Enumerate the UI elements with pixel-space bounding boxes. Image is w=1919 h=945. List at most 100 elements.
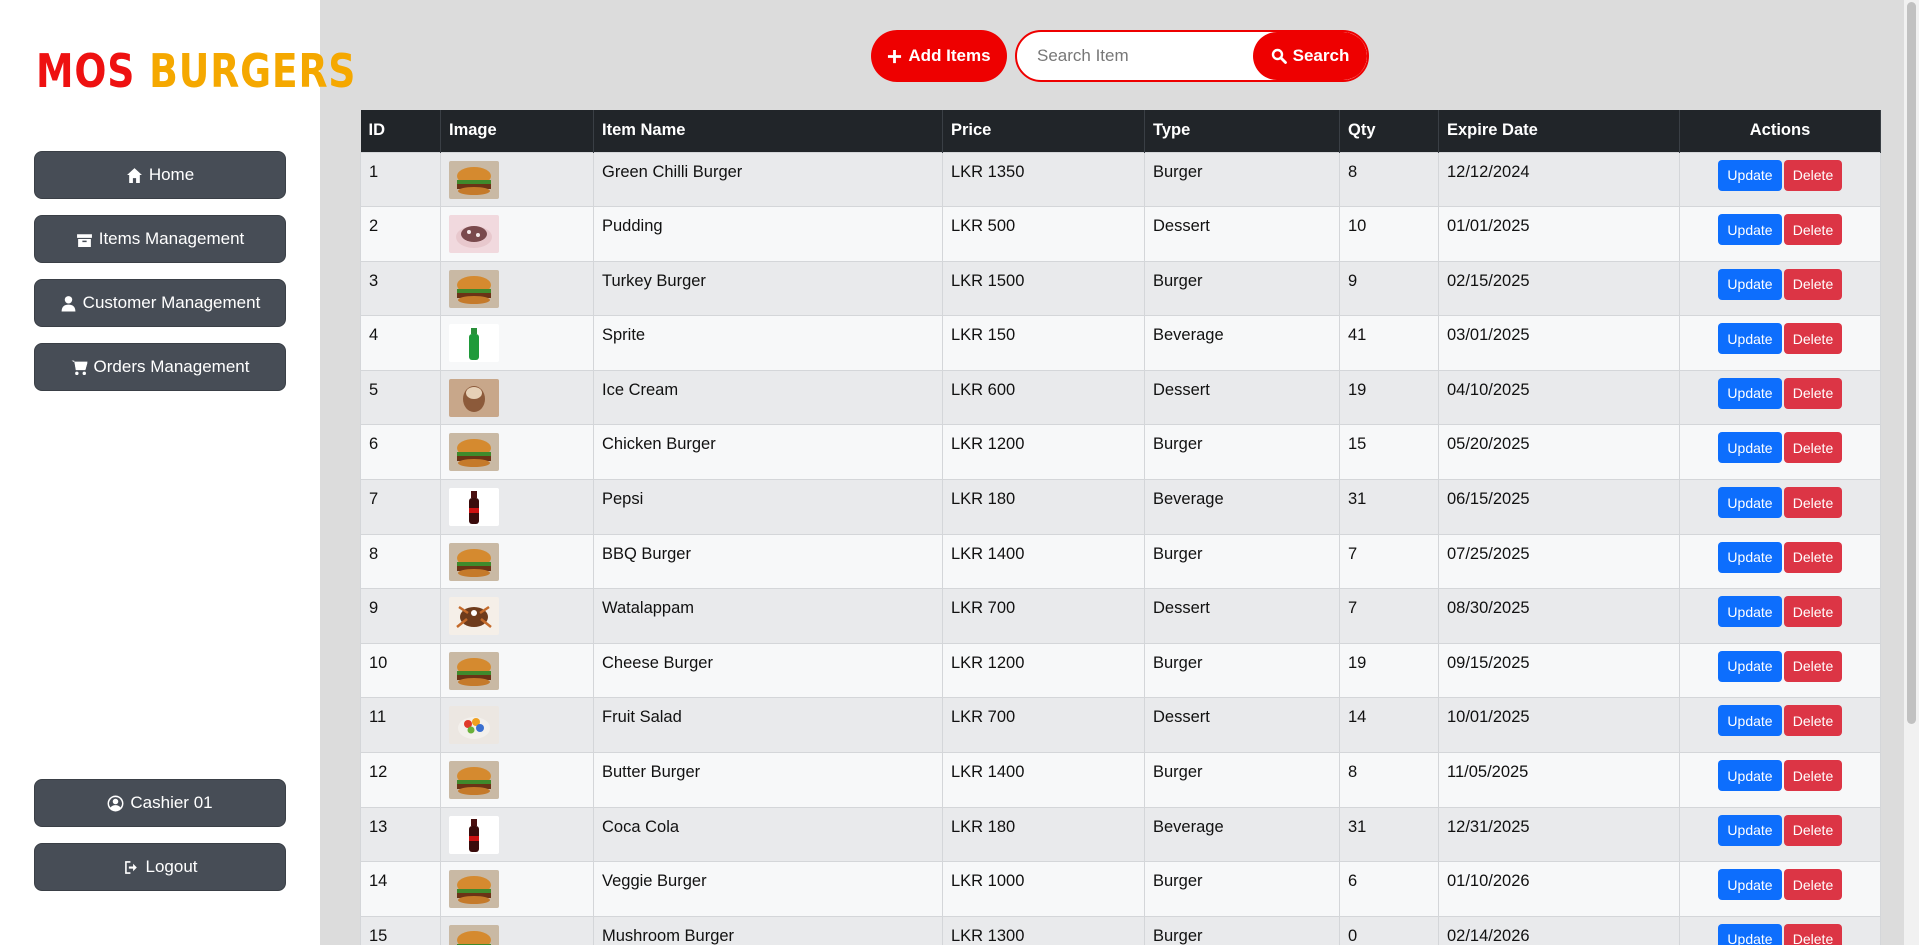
nav-orders-management-button[interactable]: Orders Management (34, 343, 286, 391)
cashier-label: Cashier 01 (130, 793, 213, 812)
cell-item-name: BBQ Burger (593, 533, 943, 590)
delete-button[interactable]: Delete (1784, 814, 1842, 846)
cell-expire-date: 01/10/2026 (1438, 861, 1680, 917)
item-thumbnail (449, 597, 585, 636)
cell-qty: 10 (1339, 206, 1439, 262)
header-expire-date: Expire Date (1438, 110, 1680, 152)
search-button[interactable]: Search (1253, 32, 1367, 80)
table-row: 11 Fruit Salad LKR 700 Dessert 14 10/01/2025 U… (360, 697, 1881, 754)
cell-price: LKR 1400 (942, 533, 1145, 590)
nav-items-management-label: Items Management (98, 229, 245, 248)
table-row: 12 Butter Burger LKR 1400 Burger 8 11/05/2025… (360, 752, 1881, 808)
cell-item-name: Chicken Burger (593, 424, 943, 481)
delete-button[interactable]: Delete (1784, 650, 1842, 682)
update-button[interactable]: Update (1718, 923, 1782, 945)
item-thumbnail (449, 815, 585, 854)
cell-type: Beverage (1144, 479, 1340, 535)
table-row: 4 Sprite LKR 150 Beverage 41 03/01/2025 Update… (360, 315, 1881, 371)
cell-price: LKR 1200 (942, 642, 1145, 699)
delete-button[interactable]: Delete (1784, 596, 1842, 628)
cell-item-name: Sprite (593, 315, 943, 371)
cell-type: Burger (1144, 533, 1340, 590)
cell-actions: Update Delete (1679, 806, 1881, 863)
table-row: 13 Coca Cola LKR 180 Beverage 31 12/31/2025 Up… (360, 806, 1881, 863)
update-button[interactable]: Update (1718, 268, 1782, 300)
nav-home-label: Home (148, 165, 195, 184)
brand-logo: MOS BURGERS (36, 44, 356, 98)
update-button[interactable]: Update (1718, 760, 1782, 792)
cell-qty: 0 (1339, 915, 1439, 945)
delete-button[interactable]: Delete (1784, 923, 1842, 945)
nav-customer-management-label: Customer Management (82, 293, 261, 312)
cell-item-name: Pepsi (593, 479, 943, 535)
cashier-profile-button[interactable]: Cashier 01 (34, 779, 286, 827)
cell-id: 8 (360, 533, 441, 590)
item-thumbnail (449, 706, 585, 745)
delete-button[interactable]: Delete (1784, 323, 1842, 355)
update-button[interactable]: Update (1718, 432, 1782, 464)
update-button[interactable]: Update (1718, 705, 1782, 737)
delete-button[interactable]: Delete (1784, 705, 1842, 737)
update-button[interactable]: Update (1718, 869, 1782, 901)
update-button[interactable]: Update (1718, 650, 1782, 682)
nav-customer-management-button[interactable]: Customer Management (34, 279, 286, 327)
update-button[interactable]: Update (1718, 159, 1782, 191)
table-row: 14 Veggie Burger LKR 1000 Burger 6 01/10/2026… (360, 861, 1881, 917)
cell-item-name: Butter Burger (593, 752, 943, 808)
delete-button[interactable]: Delete (1784, 869, 1842, 901)
cell-id: 15 (360, 915, 441, 945)
delete-button[interactable]: Delete (1784, 760, 1842, 792)
update-button[interactable]: Update (1718, 214, 1782, 246)
cell-item-name: Mushroom Burger (593, 915, 943, 945)
cell-actions: Update Delete (1679, 752, 1881, 808)
plus-icon (888, 49, 902, 63)
cell-actions: Update Delete (1679, 206, 1881, 262)
delete-button[interactable]: Delete (1784, 159, 1842, 191)
cell-id: 13 (360, 806, 441, 863)
update-button[interactable]: Update (1718, 541, 1782, 573)
logout-icon (124, 860, 137, 874)
sidebar: MOS BURGERS Home Items Management Custom… (0, 0, 355, 945)
update-button[interactable]: Update (1718, 377, 1782, 409)
cell-type: Dessert (1144, 206, 1340, 262)
page-scrollbar[interactable] (1904, 0, 1919, 945)
add-items-button[interactable]: Add Items (871, 30, 1007, 82)
delete-button[interactable]: Delete (1784, 268, 1842, 300)
cell-expire-date: 02/14/2026 (1438, 915, 1680, 945)
table-row: 1 Green Chilli Burger LKR 1350 Burger 8 12/12… (360, 151, 1881, 208)
cell-item-name: Coca Cola (593, 806, 943, 863)
nav-items-management-button[interactable]: Items Management (34, 215, 286, 263)
user-icon (61, 295, 76, 311)
scrollbar-thumb[interactable] (1907, 2, 1916, 724)
header-price: Price (942, 110, 1145, 152)
cell-type: Dessert (1144, 588, 1340, 644)
table-row: 10 Cheese Burger LKR 1200 Burger 19 09/15/202… (360, 642, 1881, 699)
cell-image (440, 588, 594, 644)
header-image: Image (440, 110, 594, 152)
delete-button[interactable]: Delete (1784, 541, 1842, 573)
cell-id: 5 (360, 369, 441, 426)
search-input[interactable] (1017, 32, 1255, 80)
cell-type: Dessert (1144, 697, 1340, 754)
nav-home-button[interactable]: Home (34, 151, 286, 199)
cell-image (440, 206, 594, 262)
cell-id: 2 (360, 206, 441, 262)
cell-image (440, 642, 594, 699)
table-row: 2 Pudding LKR 500 Dessert 10 01/01/2025 Update… (360, 206, 1881, 262)
delete-button[interactable]: Delete (1784, 214, 1842, 246)
delete-button[interactable]: Delete (1784, 487, 1842, 519)
delete-button[interactable]: Delete (1784, 377, 1842, 409)
cell-actions: Update Delete (1679, 861, 1881, 917)
update-button[interactable]: Update (1718, 487, 1782, 519)
delete-button[interactable]: Delete (1784, 432, 1842, 464)
update-button[interactable]: Update (1718, 323, 1782, 355)
cell-type: Burger (1144, 915, 1340, 945)
cell-qty: 41 (1339, 315, 1439, 371)
update-button[interactable]: Update (1718, 596, 1782, 628)
cell-expire-date: 12/31/2025 (1438, 806, 1680, 863)
cell-expire-date: 11/05/2025 (1438, 752, 1680, 808)
logout-button[interactable]: Logout (34, 843, 286, 891)
cell-actions: Update Delete (1679, 588, 1881, 644)
update-button[interactable]: Update (1718, 814, 1782, 846)
cell-qty: 8 (1339, 151, 1439, 208)
